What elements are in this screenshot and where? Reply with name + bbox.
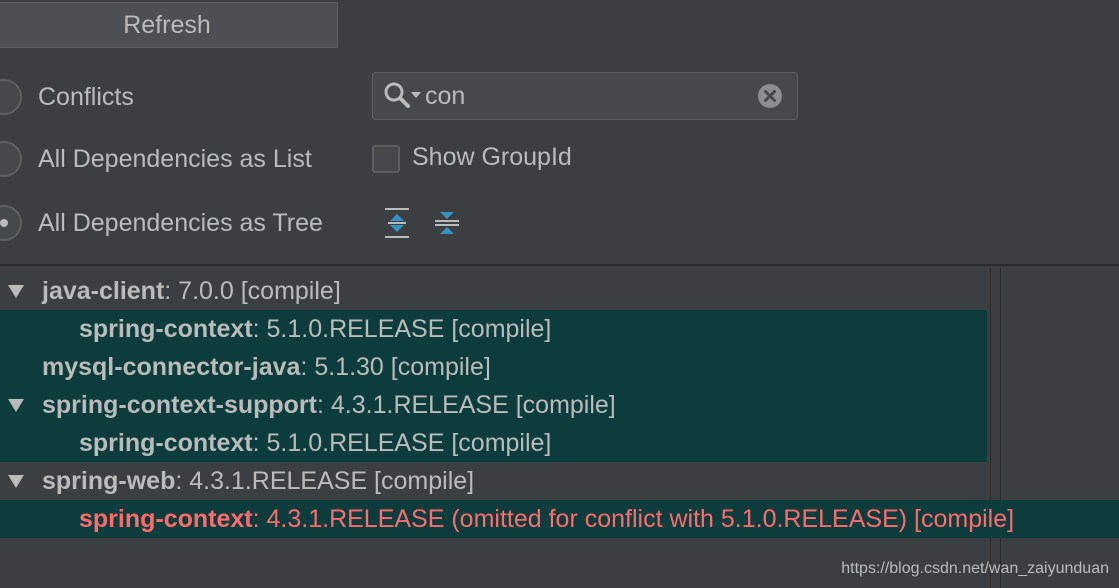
tree-row[interactable]: spring-context-support : 4.3.1.RELEASE [… [0,386,987,424]
tree-row[interactable]: spring-web : 4.3.1.RELEASE [compile] [0,462,990,500]
list-radio[interactable] [0,141,22,177]
tree-row-conflict[interactable]: spring-context : 4.3.1.RELEASE (omitted … [0,500,1119,538]
tree-row[interactable]: spring-context : 5.1.0.RELEASE [compile] [0,310,987,348]
dependency-name: spring-web [42,466,176,495]
watermark-url: https://blog.csdn.net/wan_zaiyunduan [841,560,1109,577]
tree-radio[interactable] [0,205,22,241]
dependency-name: spring-context-support [42,390,317,419]
tree-row[interactable]: mysql-connector-java : 5.1.30 [compile] [0,348,987,386]
conflicts-label: Conflicts [38,82,134,111]
tree-row[interactable]: spring-context : 5.1.0.RELEASE [compile] [0,424,987,462]
dependency-name: spring-context [79,428,253,457]
dependency-detail: : 4.3.1.RELEASE [compile] [317,390,616,419]
dependency-name: spring-context [79,314,253,343]
search-field[interactable]: con [372,72,798,120]
dependency-name: java-client [42,276,165,305]
search-icon[interactable] [383,81,423,111]
expand-all-icon[interactable] [382,206,412,240]
search-input[interactable]: con [425,82,465,111]
tree-row[interactable]: java-client : 7.0.0 [compile] [0,272,990,310]
tree-label: All Dependencies as Tree [38,208,323,237]
expanded-arrow-icon[interactable] [6,471,26,491]
dependency-detail: : 5.1.0.RELEASE [compile] [252,314,552,343]
dependency-detail: : 5.1.30 [compile] [300,352,491,381]
dependency-detail: : 4.3.1.RELEASE (omitted for conflict wi… [252,504,1015,533]
conflicts-radio[interactable] [0,79,22,115]
dependency-name: spring-context [79,504,253,533]
details-panel [1000,268,1119,588]
show-groupid-checkbox[interactable] [372,145,400,173]
dependency-name: mysql-connector-java [42,352,301,381]
expanded-arrow-icon[interactable] [6,281,26,301]
dependency-detail: : 7.0.0 [compile] [164,276,341,305]
clear-icon[interactable] [757,83,783,109]
collapse-all-icon[interactable] [432,206,462,240]
panel-divider [0,264,1119,266]
show-groupid-label: Show GroupId [412,143,572,171]
refresh-button[interactable]: Refresh [0,2,338,48]
dependency-detail: : 5.1.0.RELEASE [compile] [252,428,552,457]
expanded-arrow-icon[interactable] [6,395,26,415]
list-label: All Dependencies as List [38,144,312,173]
dependency-detail: : 4.3.1.RELEASE [compile] [175,466,475,495]
